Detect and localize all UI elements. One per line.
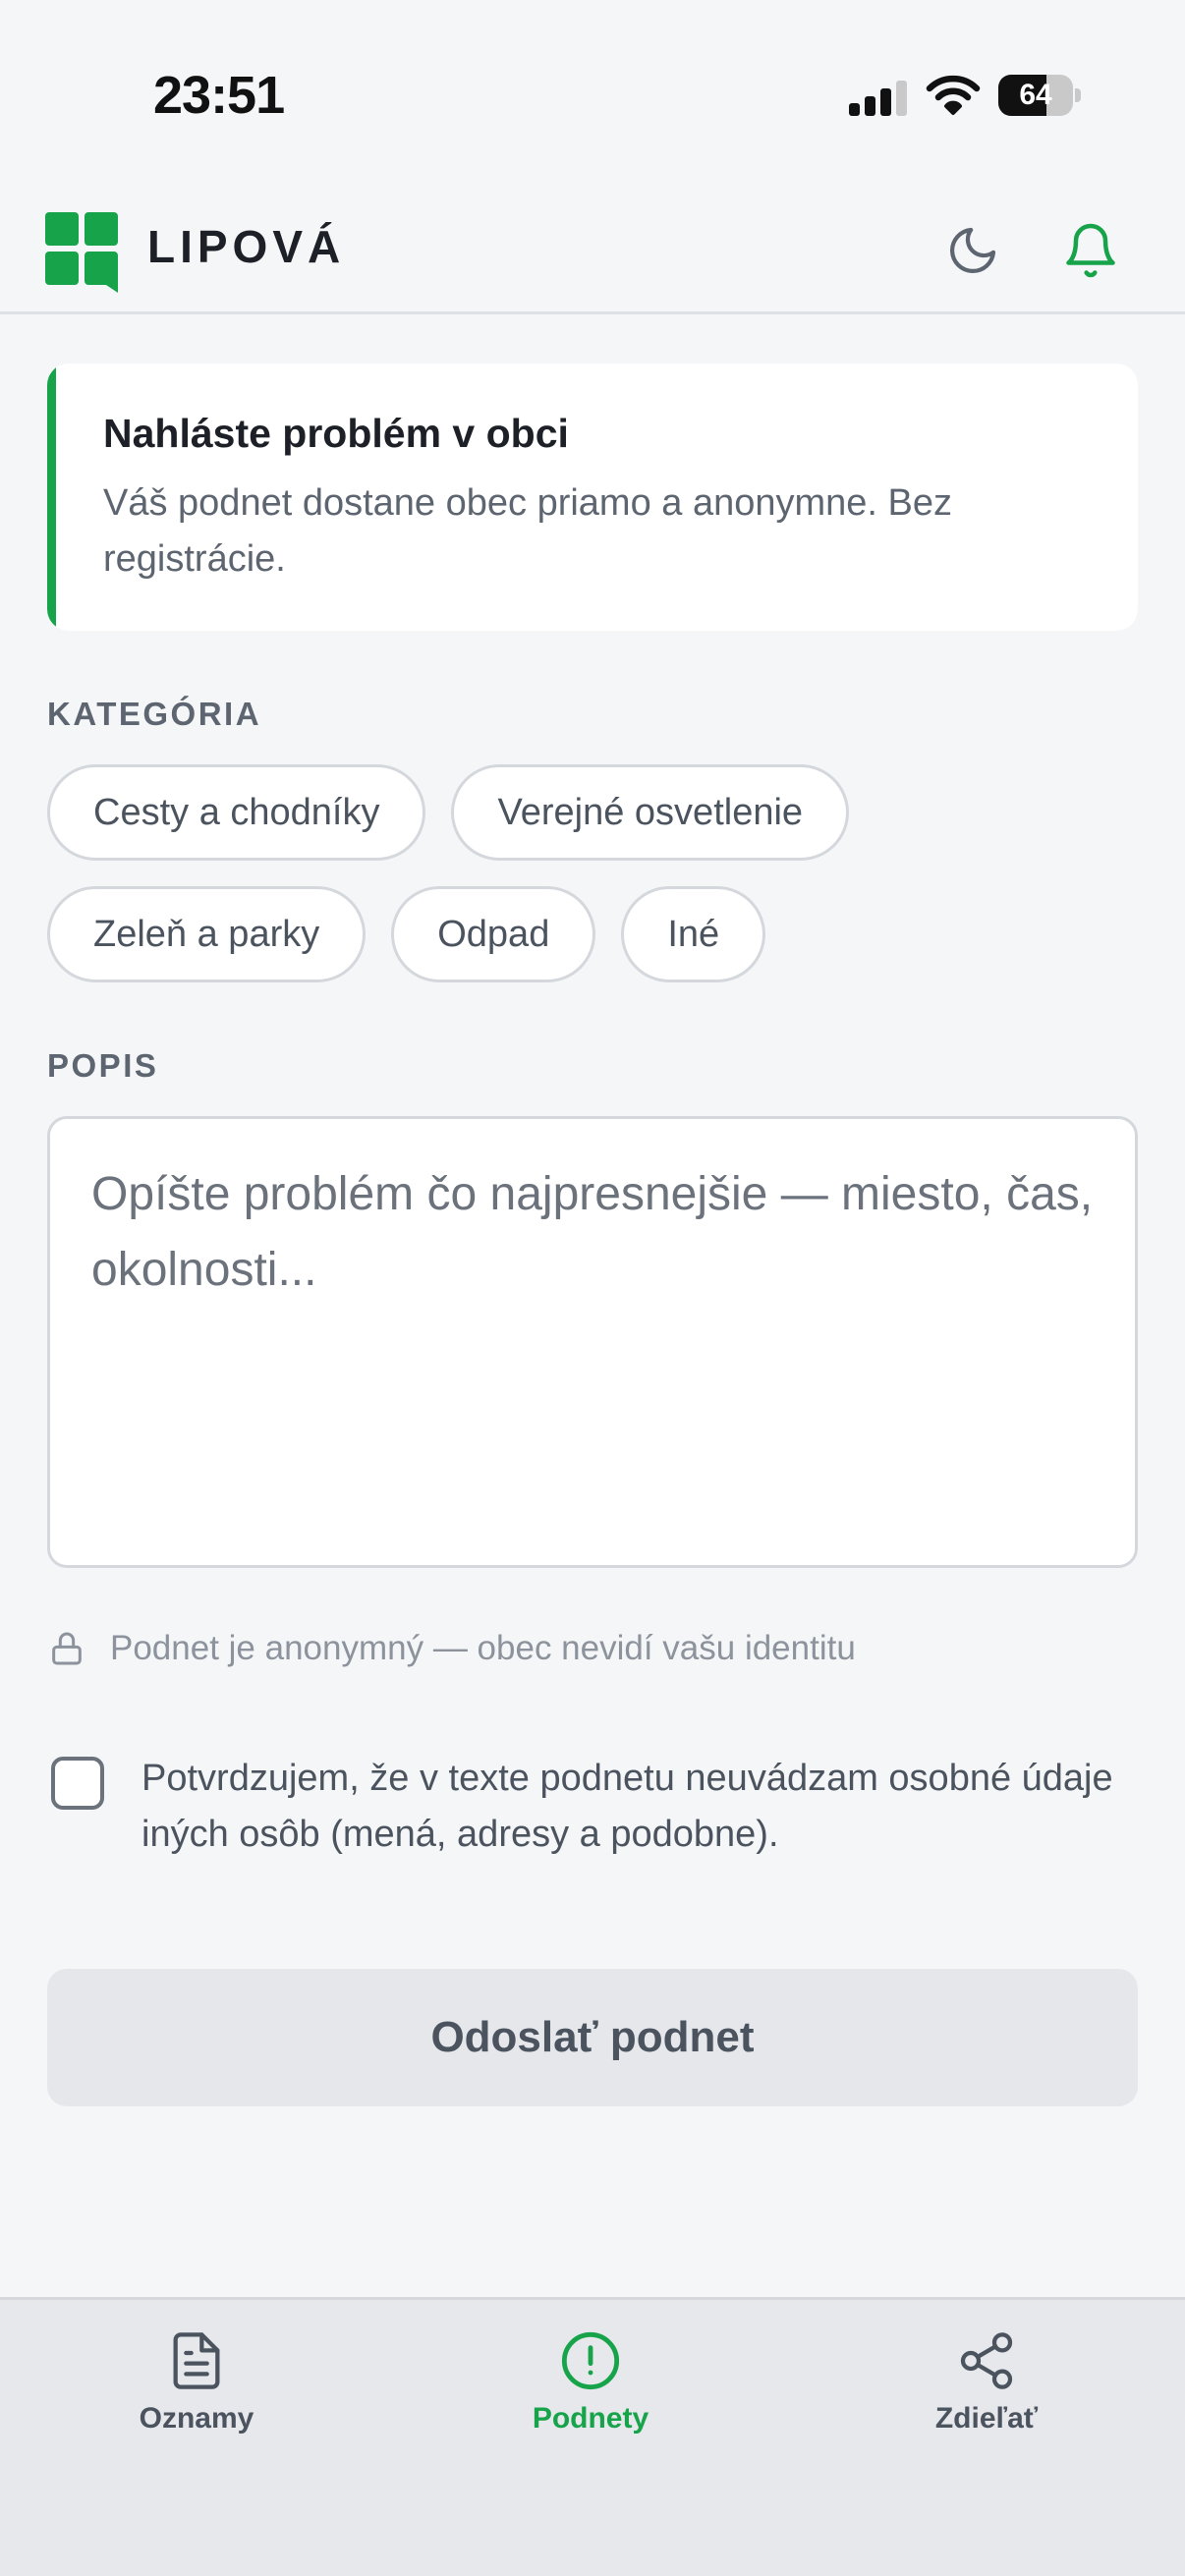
category-chip-other[interactable]: Iné [621,886,766,982]
nav-label-reports: Podnety [532,2402,649,2435]
battery-icon: 64 [998,75,1081,116]
info-card-title: Nahláste problém v obci [103,411,569,456]
dark-mode-toggle[interactable] [938,216,1007,285]
info-card: Nahláste problém v obci Váš podnet dosta… [47,364,1138,631]
document-icon [173,2332,220,2389]
app-header: LIPOVÁ [0,187,1185,314]
anonymity-text: Podnet je anonymný — obec nevidí vašu id… [110,1629,856,1667]
share-icon [960,2332,1013,2389]
report-screen: 23:51 64 LIPOVÁ Nahláste problém v obci … [0,0,1185,2576]
bottom-nav: Oznamy Podnety Zdieľať [0,2297,1185,2576]
category-chip-roads[interactable]: Cesty a chodníky [47,764,426,861]
nav-item-announcements[interactable]: Oznamy [79,2329,314,2457]
category-chips: Cesty a chodníky Verejné osvetlenie Zele… [47,764,1138,1008]
category-chip-lighting[interactable]: Verejné osvetlenie [451,764,850,861]
nav-label-share: Zdieľať [934,2402,1039,2435]
anonymity-note: Podnet je anonymný — obec nevidí vašu id… [47,1627,856,1670]
info-card-accent [47,364,56,631]
brand-name: LIPOVÁ [147,221,346,272]
category-chip-waste[interactable]: Odpad [391,886,596,982]
nav-label-announcements: Oznamy [139,2402,254,2435]
logo-icon [45,212,120,293]
consent-checkbox[interactable] [51,1757,104,1810]
nav-item-share[interactable]: Zdieľať [869,2329,1104,2457]
status-bar: 23:51 64 [0,0,1185,187]
cellular-signal-icon [849,81,908,116]
wifi-icon [926,73,981,116]
alert-circle-icon [561,2331,620,2390]
notifications-button[interactable] [1056,216,1125,285]
moon-icon [950,227,996,273]
lock-icon [52,1632,82,1665]
nav-item-reports[interactable]: Podnety [473,2329,708,2457]
status-time: 23:51 [153,66,285,125]
battery-level: 64 [1019,79,1052,111]
description-input[interactable] [47,1116,1138,1568]
submit-button[interactable]: Odoslať podnet [47,1969,1138,2106]
consent-text: Potvrdzujem, že v texte podnetu neuvádza… [141,1758,1113,1855]
category-label: KATEGÓRIA [47,696,262,732]
category-chip-greenery[interactable]: Zeleň a parky [47,886,367,982]
bell-icon [1066,223,1115,278]
info-card-text: Váš podnet dostane obec priamo a anonymn… [103,482,953,580]
description-label: POPIS [47,1047,159,1084]
